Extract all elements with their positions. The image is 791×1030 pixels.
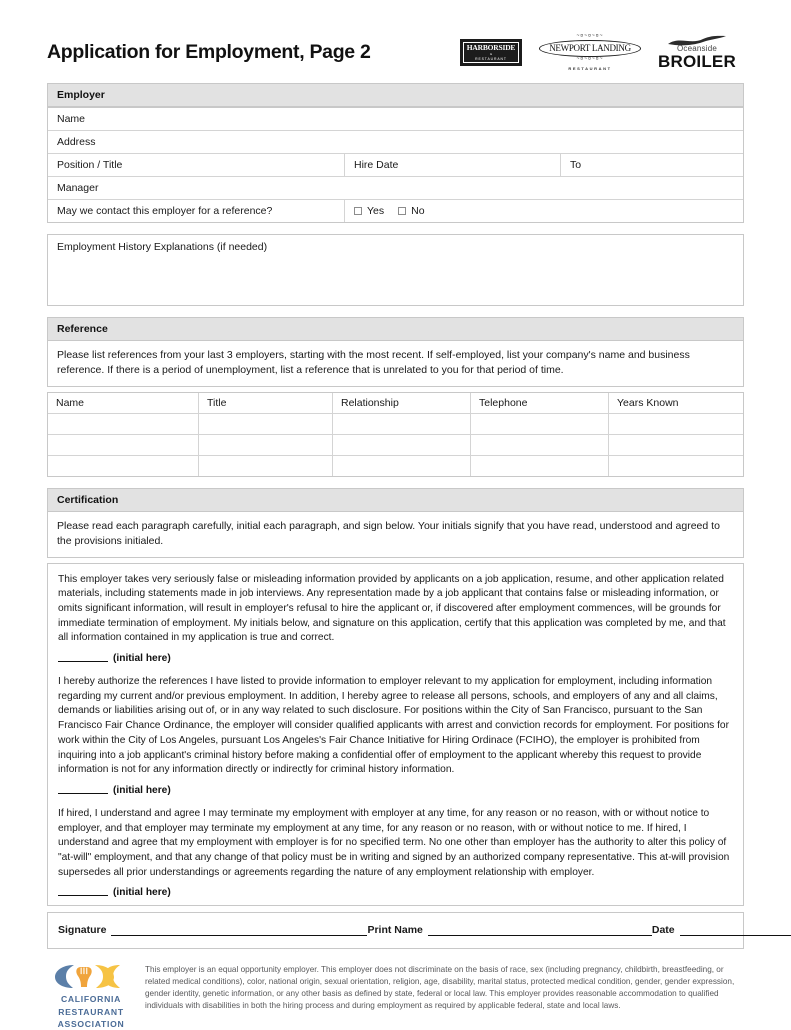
cra-logo-text: CALIFORNIA RESTAURANT ASSOCIATION xyxy=(58,993,125,1030)
reference-cell-relationship[interactable] xyxy=(332,413,470,434)
harborside-logo-ampersand: & xyxy=(489,51,492,56)
certification-paragraph-3: If hired, I understand and agree I may t… xyxy=(58,807,730,878)
initial-here-label: (initial here) xyxy=(113,887,171,899)
reference-cell-telephone[interactable] xyxy=(470,413,608,434)
newport-logo-name: NEWPORT LANDING xyxy=(539,40,641,57)
print-name-field[interactable]: Print Name xyxy=(367,924,652,937)
table-row xyxy=(48,412,743,434)
broiler-logo-name: BROILER xyxy=(658,52,736,72)
certification-section: Certification Please read each paragraph… xyxy=(47,487,744,907)
employer-position-row: Position / Title Hire Date To xyxy=(48,153,743,176)
employer-section-title: Employer xyxy=(47,83,744,107)
reference-instructions: Please list references from your last 3 … xyxy=(47,341,744,387)
initial-line-1[interactable]: (initial here) xyxy=(58,653,733,664)
reference-section-title: Reference xyxy=(47,317,744,341)
brand-logos: HARBORSIDE & RESTAURANT ~¤~¤~¤~ NEWPORT … xyxy=(460,34,744,71)
employer-contact-question: May we contact this employer for a refer… xyxy=(57,205,273,217)
reference-column-years-known: Years Known xyxy=(608,392,743,413)
checkbox-icon[interactable] xyxy=(398,207,407,215)
harborside-restaurant-logo: HARBORSIDE & RESTAURANT xyxy=(460,38,522,66)
employer-contact-answer: Yes No xyxy=(344,200,743,222)
harborside-logo-subtitle: RESTAURANT xyxy=(475,56,507,61)
certification-body: This employer takes very seriously false… xyxy=(47,562,744,907)
reference-cell-title[interactable] xyxy=(198,434,332,455)
initial-line-3[interactable]: (initial here) xyxy=(58,887,733,898)
signature-field[interactable]: Signature xyxy=(58,924,368,937)
employer-to-label[interactable]: To xyxy=(560,154,743,176)
equal-opportunity-statement: This employer is an equal opportunity em… xyxy=(145,965,735,1010)
print-name-label: Print Name xyxy=(367,924,423,937)
employment-history-explanations-label: Employment History Explanations (if need… xyxy=(57,241,268,253)
certification-paragraph-2: I hereby authorize the references I have… xyxy=(58,676,729,776)
checkbox-icon[interactable] xyxy=(354,207,362,215)
date-field[interactable]: Date xyxy=(651,924,791,937)
employer-manager-row: Manager xyxy=(48,176,743,199)
reference-column-name: Name xyxy=(56,396,85,409)
print-name-input[interactable] xyxy=(427,925,652,937)
reference-section: Reference Please list references from yo… xyxy=(47,317,744,477)
reference-cell-title[interactable] xyxy=(198,455,332,476)
california-restaurant-association-logo: CALIFORNIA RESTAURANT ASSOCIATION xyxy=(47,962,135,1030)
reference-cell-name[interactable] xyxy=(48,414,198,434)
employer-address-row: Address xyxy=(48,130,743,153)
page-footer: CALIFORNIA RESTAURANT ASSOCIATION This e… xyxy=(47,962,744,1030)
table-row xyxy=(48,433,743,455)
application-page: Application for Employment, Page 2 HARBO… xyxy=(0,0,791,1029)
reference-cell-title[interactable] xyxy=(198,413,332,434)
reference-cell-telephone[interactable] xyxy=(470,455,608,476)
initial-here-label: (initial here) xyxy=(113,653,171,665)
reference-cell-name[interactable] xyxy=(48,456,198,476)
signature-label: Signature xyxy=(58,924,107,937)
reference-cell-years-known[interactable] xyxy=(608,455,743,476)
employer-table: Name Address Position / Title Hire Date … xyxy=(47,107,744,223)
certification-paragraph-1: This employer takes very seriously false… xyxy=(58,573,726,644)
reference-cell-relationship[interactable] xyxy=(332,455,470,476)
cra-emblem-icon xyxy=(54,963,128,989)
employer-manager-label[interactable]: Manager xyxy=(48,177,743,199)
employer-hire-date-label[interactable]: Hire Date xyxy=(344,154,560,176)
contact-no-option[interactable]: No xyxy=(398,205,425,217)
employer-contact-row: May we contact this employer for a refer… xyxy=(48,199,743,222)
signature-section: Signature Print Name Date xyxy=(47,912,791,950)
oceanside-broiler-logo: Oceanside BROILER xyxy=(658,35,736,72)
page-title: Application for Employment, Page 2 xyxy=(47,41,371,63)
reference-table-header-row: Name Title Relationship Telephone Years … xyxy=(48,392,743,413)
reference-cell-telephone[interactable] xyxy=(470,434,608,455)
date-label: Date xyxy=(651,924,675,937)
initial-blank[interactable] xyxy=(58,792,108,794)
contact-no-label: No xyxy=(411,205,425,217)
initial-blank[interactable] xyxy=(58,895,108,897)
certification-section-title: Certification xyxy=(47,487,744,512)
reference-column-telephone: Telephone xyxy=(470,392,608,413)
reference-cell-name[interactable] xyxy=(48,435,198,455)
harborside-logo-name: HARBORSIDE xyxy=(466,43,516,53)
signature-input[interactable] xyxy=(111,925,368,937)
employer-name-row: Name xyxy=(48,108,743,130)
newport-logo-ornament-bottom: ~¤~¤~¤~ xyxy=(576,55,604,62)
reference-column-relationship: Relationship xyxy=(332,392,470,413)
initial-here-label: (initial here) xyxy=(113,784,171,796)
date-input[interactable] xyxy=(679,925,791,937)
employment-history-explanations-box[interactable]: Employment History Explanations (if need… xyxy=(47,234,744,306)
employer-address-label[interactable]: Address xyxy=(48,131,743,153)
employer-name-label[interactable]: Name xyxy=(48,108,743,130)
page-header: Application for Employment, Page 2 HARBO… xyxy=(47,0,744,75)
contact-yes-option[interactable]: Yes xyxy=(354,205,384,217)
initial-line-2[interactable]: (initial here) xyxy=(58,785,733,796)
employer-position-label[interactable]: Position / Title xyxy=(48,154,344,176)
initial-blank[interactable] xyxy=(58,661,108,663)
reference-cell-relationship[interactable] xyxy=(332,434,470,455)
contact-yes-label: Yes xyxy=(367,205,385,217)
reference-cell-years-known[interactable] xyxy=(608,413,743,434)
table-row xyxy=(48,454,743,476)
reference-cell-years-known[interactable] xyxy=(608,434,743,455)
cra-logo-line-2: RESTAURANT xyxy=(58,1006,124,1017)
reference-column-title: Title xyxy=(198,392,332,413)
newport-landing-restaurant-logo: ~¤~¤~¤~ NEWPORT LANDING ~¤~¤~¤~ RESTAURA… xyxy=(539,34,641,71)
newport-logo-subtitle: RESTAURANT xyxy=(568,65,612,71)
certification-instructions: Please read each paragraph carefully, in… xyxy=(47,511,744,558)
reference-table: Name Title Relationship Telephone Years … xyxy=(47,391,744,477)
cra-logo-line-1: CALIFORNIA xyxy=(61,994,121,1005)
employer-section: Employer Name Address Position / Title H… xyxy=(47,83,744,223)
